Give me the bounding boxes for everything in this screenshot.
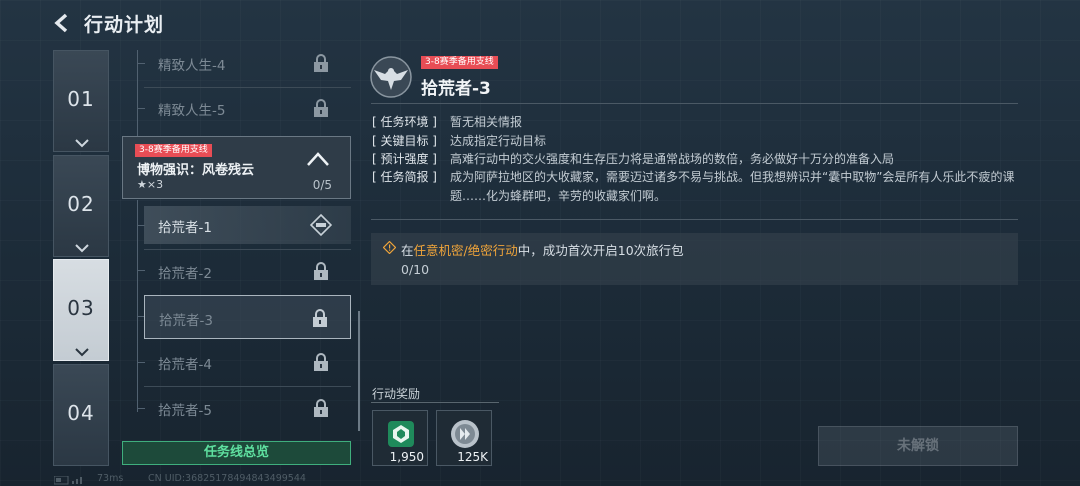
chapter-number: 04 <box>67 401 95 425</box>
reward-count: 1,950 <box>389 450 424 464</box>
objective-progress: 0/10 <box>401 262 430 277</box>
chevron-down-icon <box>75 348 89 357</box>
mission-item-selected[interactable]: 拾荒者-3 <box>144 295 351 339</box>
mission-item[interactable]: 精致人生-4 <box>144 44 351 88</box>
back-arrow-icon[interactable] <box>52 12 74 34</box>
mission-label: 拾荒者-5 <box>158 403 212 419</box>
info-value: 达成指定行动目标 <box>450 134 547 148</box>
lock-icon <box>314 399 328 417</box>
divider <box>371 219 1018 220</box>
objective-pre: 在 <box>401 243 414 258</box>
separator <box>144 87 351 88</box>
chevron-up-icon[interactable] <box>306 151 330 167</box>
lock-icon <box>314 99 328 117</box>
info-alert-icon <box>383 241 396 254</box>
experience-badge-icon <box>388 421 414 447</box>
separator <box>144 249 351 250</box>
chapter-tab-02[interactable]: 02 <box>53 155 109 257</box>
chapter-tab-03[interactable]: 03 <box>53 259 109 361</box>
objective-box: 在任意机密/绝密行动中，成功首次开启10次旅行包 0/10 <box>371 233 1018 285</box>
chapter-tab-01[interactable]: 01 <box>53 50 109 152</box>
separator <box>144 386 351 387</box>
reward-item[interactable]: 1,950 <box>372 410 428 466</box>
lock-icon <box>313 309 327 327</box>
season-tag: 3-8赛季备用支线 <box>135 144 212 157</box>
chevron-down-icon <box>75 244 89 253</box>
rewards-title: 行动奖励 <box>372 387 421 401</box>
page-title: 行动计划 <box>84 14 165 36</box>
chapter-number: 01 <box>67 87 95 111</box>
lock-icon <box>314 54 328 72</box>
lock-icon <box>314 353 328 371</box>
divider <box>371 402 499 403</box>
group-name: 博物强识：风卷残云 <box>137 163 255 178</box>
eagle-emblem-icon <box>370 56 412 98</box>
coin-icon <box>451 420 479 448</box>
mission-label: 精致人生-4 <box>158 58 226 74</box>
mission-label: 精致人生-5 <box>158 103 226 119</box>
season-tag: 3-8赛季备用支线 <box>421 56 498 69</box>
mission-item[interactable]: 拾荒者-1 <box>144 206 351 250</box>
reward-item[interactable]: 125K <box>436 410 492 466</box>
info-key: [ 任务简报 ] <box>372 170 437 184</box>
mission-title: 拾荒者-3 <box>421 79 491 99</box>
info-key: [ 任务环境 ] <box>372 115 437 129</box>
lock-icon <box>314 262 328 280</box>
reward-count: 125K <box>457 450 488 464</box>
info-value: 暂无相关情报 <box>450 115 523 129</box>
mission-label: 拾荒者-3 <box>159 313 213 329</box>
mission-line-overview-button[interactable]: 任务线总览 <box>122 441 351 465</box>
objective-post: 中，成功首次开启10次旅行包 <box>517 243 684 258</box>
info-value: 高难行动中的交火强度和生存压力将是通常战场的数倍，务必做好十万分的准备入局 <box>450 152 895 166</box>
tree-connector <box>137 200 138 412</box>
locked-button[interactable]: 未解锁 <box>818 426 1018 466</box>
star-count: ★×3 <box>137 178 164 191</box>
diamond-ticket-icon <box>310 214 332 236</box>
ping-readout: 73ms <box>97 473 124 484</box>
chapter-number: 03 <box>67 296 95 320</box>
mission-group-card[interactable]: 3-8赛季备用支线 博物强识：风卷残云 ★×3 0/5 <box>122 136 351 199</box>
info-key: [ 预计强度 ] <box>372 152 437 166</box>
mission-item[interactable]: 拾荒者-2 <box>144 252 351 296</box>
list-scrollbar[interactable] <box>358 311 360 431</box>
mission-item[interactable]: 拾荒者-5 <box>144 389 351 427</box>
mission-label: 拾荒者-4 <box>158 357 212 373</box>
info-value: 成为阿萨拉地区的大收藏家，需要迈过诸多不易与挑战。但我想辨识并“囊中取物”会是所… <box>450 170 1015 203</box>
mission-item[interactable]: 拾荒者-4 <box>144 343 351 387</box>
mission-label: 拾荒者-1 <box>158 220 212 236</box>
info-key: [ 关键目标 ] <box>372 134 437 148</box>
uid-readout: CN UID:36825178494843499544 <box>148 473 306 484</box>
chevron-down-icon <box>75 139 89 148</box>
group-progress: 0/5 <box>312 178 332 192</box>
mission-item[interactable]: 精致人生-5 <box>144 89 351 127</box>
chapter-tab-04[interactable]: 04 <box>53 364 109 466</box>
chapter-number: 02 <box>67 192 95 216</box>
objective-text: 在任意机密/绝密行动中，成功首次开启10次旅行包 <box>401 240 684 259</box>
divider <box>371 103 1018 104</box>
objective-highlight: 任意机密/绝密行动 <box>413 243 518 258</box>
network-signal-icon <box>54 476 82 485</box>
mission-label: 拾荒者-2 <box>158 266 212 282</box>
